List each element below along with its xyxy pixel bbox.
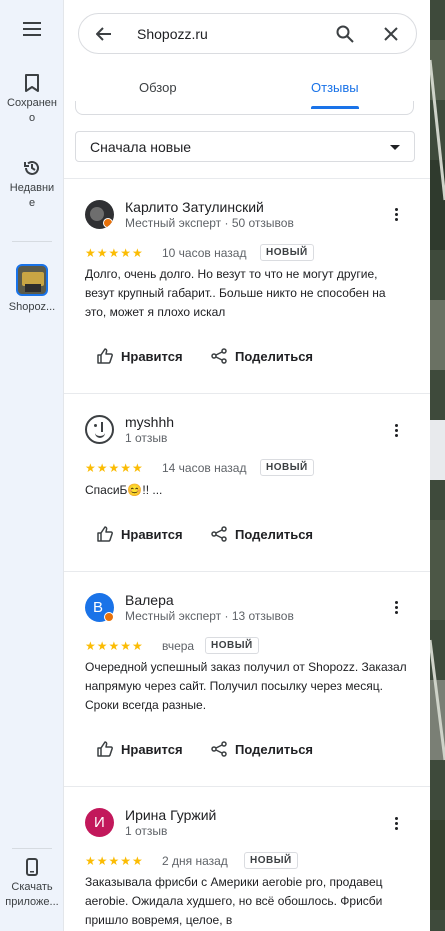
reviewer-meta: 1 отзыв xyxy=(125,431,168,445)
recent-button[interactable]: Недавние xyxy=(0,159,64,211)
star-rating: ★★★★★ xyxy=(85,854,144,868)
collapsed-card-edge xyxy=(75,101,414,115)
download-app-button[interactable]: Скачать приложе... xyxy=(0,858,64,910)
avatar-letter: В xyxy=(93,599,104,616)
tab-reviews[interactable]: Отзывы xyxy=(311,80,359,95)
review-card: myshhh 1 отзыв ★★★★★ 14 часов назад НОВЫ… xyxy=(64,394,430,571)
review-text: Очередной успешный заказ получил от Shop… xyxy=(85,660,407,712)
share-label: Поделиться xyxy=(235,527,314,542)
share-icon xyxy=(211,526,227,542)
close-icon[interactable] xyxy=(384,27,398,41)
reviewer-name[interactable]: Валера xyxy=(125,592,174,608)
saved-label: Сохранено xyxy=(7,97,57,124)
review-time: 14 часов назад xyxy=(162,461,247,475)
avatar[interactable]: В xyxy=(85,593,114,622)
place-label: Shopoz... xyxy=(8,301,56,313)
star-rating: ★★★★★ xyxy=(85,461,144,475)
review-card: Карлито Затулинский Местный эксперт · 50… xyxy=(64,179,430,393)
thumb-up-icon xyxy=(97,526,113,542)
reviewer-name[interactable]: Ирина Гуржий xyxy=(125,807,216,823)
search-input[interactable]: Shopozz.ru xyxy=(137,26,208,42)
phone-icon xyxy=(26,858,38,876)
review-time: 2 дня назад xyxy=(162,854,228,868)
download-label: Скачать приложе... xyxy=(5,881,59,908)
place-shortcut-shopozz[interactable]: Shopoz... xyxy=(0,264,64,315)
reviewer-meta: 1 отзыв xyxy=(125,824,168,838)
share-label: Поделиться xyxy=(235,349,314,364)
sort-selected-value: Сначала новые xyxy=(90,139,192,155)
new-badge: НОВЫЙ xyxy=(244,852,298,869)
sort-dropdown[interactable]: Сначала новые xyxy=(75,131,415,162)
tab-overview[interactable]: Обзор xyxy=(139,80,177,95)
like-label: Нравится xyxy=(121,349,183,364)
place-thumbnail xyxy=(16,264,48,296)
reviewer-name[interactable]: Карлито Затулинский xyxy=(125,199,264,215)
avatar-letter: И xyxy=(94,814,105,831)
rail-divider-bottom xyxy=(12,848,52,849)
more-options-button[interactable] xyxy=(386,815,406,835)
map-view[interactable] xyxy=(430,0,445,931)
share-icon xyxy=(211,741,227,757)
map-imagery xyxy=(430,0,445,931)
review-text: Заказывала фрисби с Америки aerobie pro,… xyxy=(85,875,383,927)
avatar[interactable] xyxy=(85,200,114,229)
new-badge: НОВЫЙ xyxy=(260,459,314,476)
share-icon xyxy=(211,348,227,364)
like-label: Нравится xyxy=(121,742,183,757)
back-arrow-icon[interactable] xyxy=(96,26,112,42)
recent-label: Недавние xyxy=(9,182,55,209)
thumb-up-icon xyxy=(97,741,113,757)
new-badge: НОВЫЙ xyxy=(205,637,259,654)
caret-down-icon xyxy=(390,145,400,150)
star-rating: ★★★★★ xyxy=(85,639,144,653)
saved-button[interactable]: Сохранено xyxy=(0,74,64,126)
avatar[interactable] xyxy=(85,415,114,444)
review-time: 10 часов назад xyxy=(162,246,247,260)
bookmark-icon xyxy=(25,74,39,92)
more-options-button[interactable] xyxy=(386,206,406,226)
thumb-up-icon xyxy=(97,348,113,364)
avatar[interactable]: И xyxy=(85,808,114,837)
reviewer-name[interactable]: myshhh xyxy=(125,414,174,430)
review-time: вчера xyxy=(162,639,195,653)
review-card: И Ирина Гуржий 1 отзыв ★★★★★ 2 дня назад… xyxy=(64,787,430,931)
like-label: Нравится xyxy=(121,527,183,542)
review-card: В Валера Местный эксперт · 13 отзывов ★★… xyxy=(64,572,430,786)
review-text[interactable]: СпасиБ😊!! ... xyxy=(85,481,410,500)
reviewer-meta: Местный эксперт · 13 отзывов xyxy=(125,609,294,623)
place-panel: Shopozz.ru Обзор Отзывы Сначала новые Ка… xyxy=(64,0,430,931)
reviewer-meta: Местный эксперт · 50 отзывов xyxy=(125,216,294,230)
history-icon xyxy=(24,160,39,175)
review-text: Долго, очень долго. Но везут то что не м… xyxy=(85,267,386,319)
rail-divider xyxy=(12,241,52,242)
more-options-button[interactable] xyxy=(386,599,406,619)
menu-button[interactable] xyxy=(0,22,64,36)
left-rail: Сохранено Недавние Shopoz... Скачать при… xyxy=(0,0,64,931)
share-label: Поделиться xyxy=(235,742,314,757)
search-icon[interactable] xyxy=(336,25,354,43)
star-rating: ★★★★★ xyxy=(85,246,144,260)
more-options-button[interactable] xyxy=(386,422,406,442)
hamburger-menu-icon xyxy=(23,22,41,36)
new-badge: НОВЫЙ xyxy=(260,244,314,261)
search-box[interactable]: Shopozz.ru xyxy=(78,13,417,54)
